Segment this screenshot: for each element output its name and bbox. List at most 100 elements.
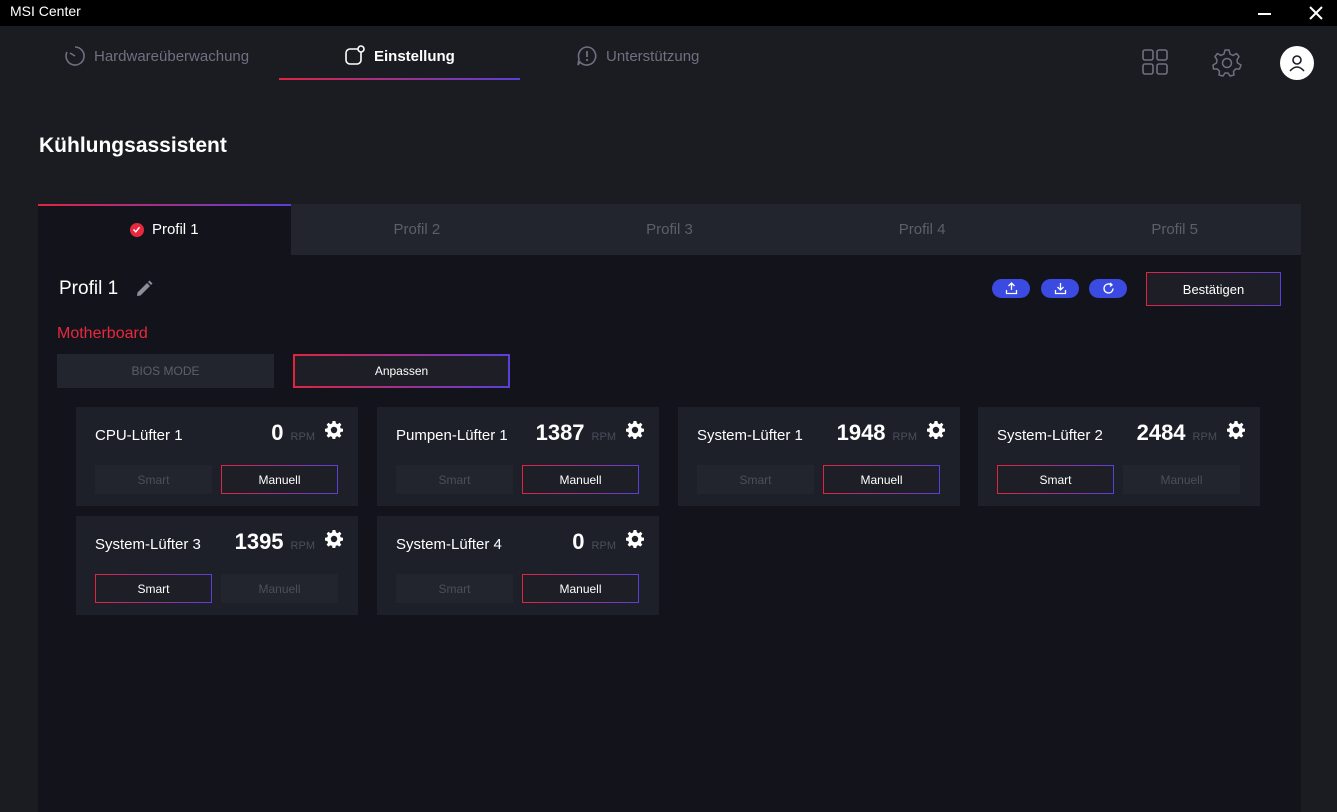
- rpm-value: 0: [572, 529, 585, 554]
- refresh-icon: [1102, 282, 1114, 294]
- support-bubble-icon: [577, 46, 597, 66]
- reset-button[interactable]: [1089, 279, 1127, 298]
- tab-support[interactable]: Unterstützung: [576, 44, 699, 68]
- smart-label: Smart: [739, 472, 772, 487]
- rpm-unit: RPM: [591, 431, 616, 443]
- fan-rpm: 1387 RPM: [536, 420, 616, 446]
- smart-label: Smart: [438, 472, 471, 487]
- import-icon: [1054, 283, 1066, 295]
- fan-settings-gear-icon[interactable]: [625, 529, 645, 549]
- fan-settings-gear-icon[interactable]: [625, 420, 645, 440]
- fan-name: System-Lüfter 3: [95, 536, 201, 553]
- manual-label: Manuell: [559, 581, 602, 596]
- smart-label: Smart: [1039, 472, 1072, 487]
- rpm-value: 1387: [535, 420, 585, 445]
- smart-label: Smart: [137, 581, 170, 596]
- fan-rpm: 1395 RPM: [235, 529, 315, 555]
- edit-pencil-icon[interactable]: [134, 279, 154, 299]
- fan-settings-gear-icon[interactable]: [926, 420, 946, 440]
- rpm-value: 1948: [836, 420, 886, 445]
- manual-label: Manuell: [559, 472, 602, 487]
- profile-tab-4[interactable]: Profil 4: [796, 204, 1049, 255]
- fan-settings-gear-icon[interactable]: [324, 420, 344, 440]
- export-icon: [1005, 282, 1017, 295]
- tab-label: Einstellung: [374, 47, 455, 65]
- minimize-icon: [1257, 13, 1271, 15]
- grid-icon: [1142, 49, 1168, 75]
- fan-card: System-Lüfter 4 0 RPM Smart Manuell: [377, 516, 659, 615]
- fan-name: Pumpen-Lüfter 1: [396, 427, 508, 444]
- import-button[interactable]: [1041, 279, 1079, 298]
- manual-mode-button[interactable]: Manuell: [221, 465, 338, 494]
- tab-label: Hardwareüberwachung: [94, 47, 250, 65]
- gear-icon: [1212, 49, 1242, 77]
- settings-tile-icon: [345, 45, 365, 65]
- manual-mode-button[interactable]: Manuell: [1123, 465, 1240, 494]
- smart-mode-button[interactable]: Smart: [95, 465, 212, 494]
- check-icon: [129, 222, 144, 237]
- manual-mode-button[interactable]: Manuell: [522, 574, 639, 603]
- profile-tab-5[interactable]: Profil 5: [1048, 204, 1301, 255]
- smart-mode-button[interactable]: Smart: [697, 465, 814, 494]
- fan-name: System-Lüfter 2: [997, 427, 1103, 444]
- fan-card: System-Lüfter 2 2484 RPM Smart Manuell: [978, 407, 1260, 506]
- manual-label: Manuell: [258, 472, 301, 487]
- custom-mode-button[interactable]: Anpassen: [293, 354, 510, 388]
- profile-tab-2[interactable]: Profil 2: [291, 204, 544, 255]
- manual-mode-button[interactable]: Manuell: [522, 465, 639, 494]
- rpm-unit: RPM: [892, 431, 917, 443]
- profile-tab-label: Profil 5: [1151, 221, 1199, 238]
- fan-settings-gear-icon[interactable]: [1226, 420, 1246, 440]
- manual-label: Manuell: [258, 581, 301, 596]
- custom-mode-label: Anpassen: [374, 364, 429, 378]
- cooling-panel: Profil 1 Profil 2 Profil 3 Profil 4 Prof…: [38, 204, 1301, 812]
- smart-mode-button[interactable]: Smart: [95, 574, 212, 603]
- apps-grid-button[interactable]: [1139, 46, 1171, 78]
- title-bar: MSI Center: [0, 0, 1337, 26]
- confirm-button[interactable]: Bestätigen: [1146, 272, 1281, 306]
- bios-mode-label: BIOS MODE: [131, 364, 200, 378]
- minimize-button[interactable]: [1244, 0, 1284, 26]
- page-title: Kühlungsassistent: [39, 134, 227, 157]
- user-icon: [1289, 55, 1305, 72]
- tab-settings[interactable]: Einstellung: [344, 44, 455, 68]
- bios-mode-button[interactable]: BIOS MODE: [57, 354, 274, 388]
- profile-tab-1[interactable]: Profil 1: [38, 204, 291, 255]
- smart-mode-button[interactable]: Smart: [396, 465, 513, 494]
- active-tab-indicator: [279, 78, 520, 80]
- settings-button[interactable]: [1211, 46, 1243, 78]
- tab-label: Unterstützung: [606, 47, 700, 65]
- profile-tab-3[interactable]: Profil 3: [543, 204, 796, 255]
- fan-settings-gear-icon[interactable]: [324, 529, 344, 549]
- fan-rpm: 0 RPM: [271, 420, 315, 446]
- user-avatar[interactable]: [1280, 46, 1314, 80]
- smart-mode-button[interactable]: Smart: [396, 574, 513, 603]
- rpm-value: 1395: [234, 529, 284, 554]
- profile-name: Profil 1: [59, 278, 119, 299]
- rpm-unit: RPM: [290, 540, 315, 552]
- confirm-label: Bestätigen: [1182, 281, 1245, 297]
- close-button[interactable]: [1296, 0, 1336, 26]
- manual-mode-button[interactable]: Manuell: [823, 465, 940, 494]
- fan-card: Pumpen-Lüfter 1 1387 RPM Smart Manuell: [377, 407, 659, 506]
- profile-tab-label: Profil 1: [151, 221, 199, 238]
- profile-header: Profil 1: [59, 278, 154, 300]
- profile-tab-label: Profil 4: [898, 221, 946, 238]
- manual-mode-button[interactable]: Manuell: [221, 574, 338, 603]
- gauge-icon: [65, 46, 85, 66]
- smart-mode-button[interactable]: Smart: [997, 465, 1114, 494]
- fan-rpm: 1948 RPM: [837, 420, 917, 446]
- rpm-unit: RPM: [591, 540, 616, 552]
- rpm-unit: RPM: [1192, 431, 1217, 443]
- close-icon: [1309, 6, 1323, 20]
- tab-hardware-monitoring[interactable]: Hardwareüberwachung: [64, 44, 249, 68]
- fan-card: CPU-Lüfter 1 0 RPM Smart Manuell: [76, 407, 358, 506]
- rpm-value: 0: [271, 420, 284, 445]
- smart-label: Smart: [438, 581, 471, 596]
- profile-tab-label: Profil 2: [393, 221, 441, 238]
- fan-name: System-Lüfter 4: [396, 536, 502, 553]
- fan-rpm: 0 RPM: [572, 529, 616, 555]
- export-button[interactable]: [992, 279, 1030, 298]
- profile-tab-label: Profil 3: [646, 221, 693, 238]
- fan-name: CPU-Lüfter 1: [95, 427, 183, 444]
